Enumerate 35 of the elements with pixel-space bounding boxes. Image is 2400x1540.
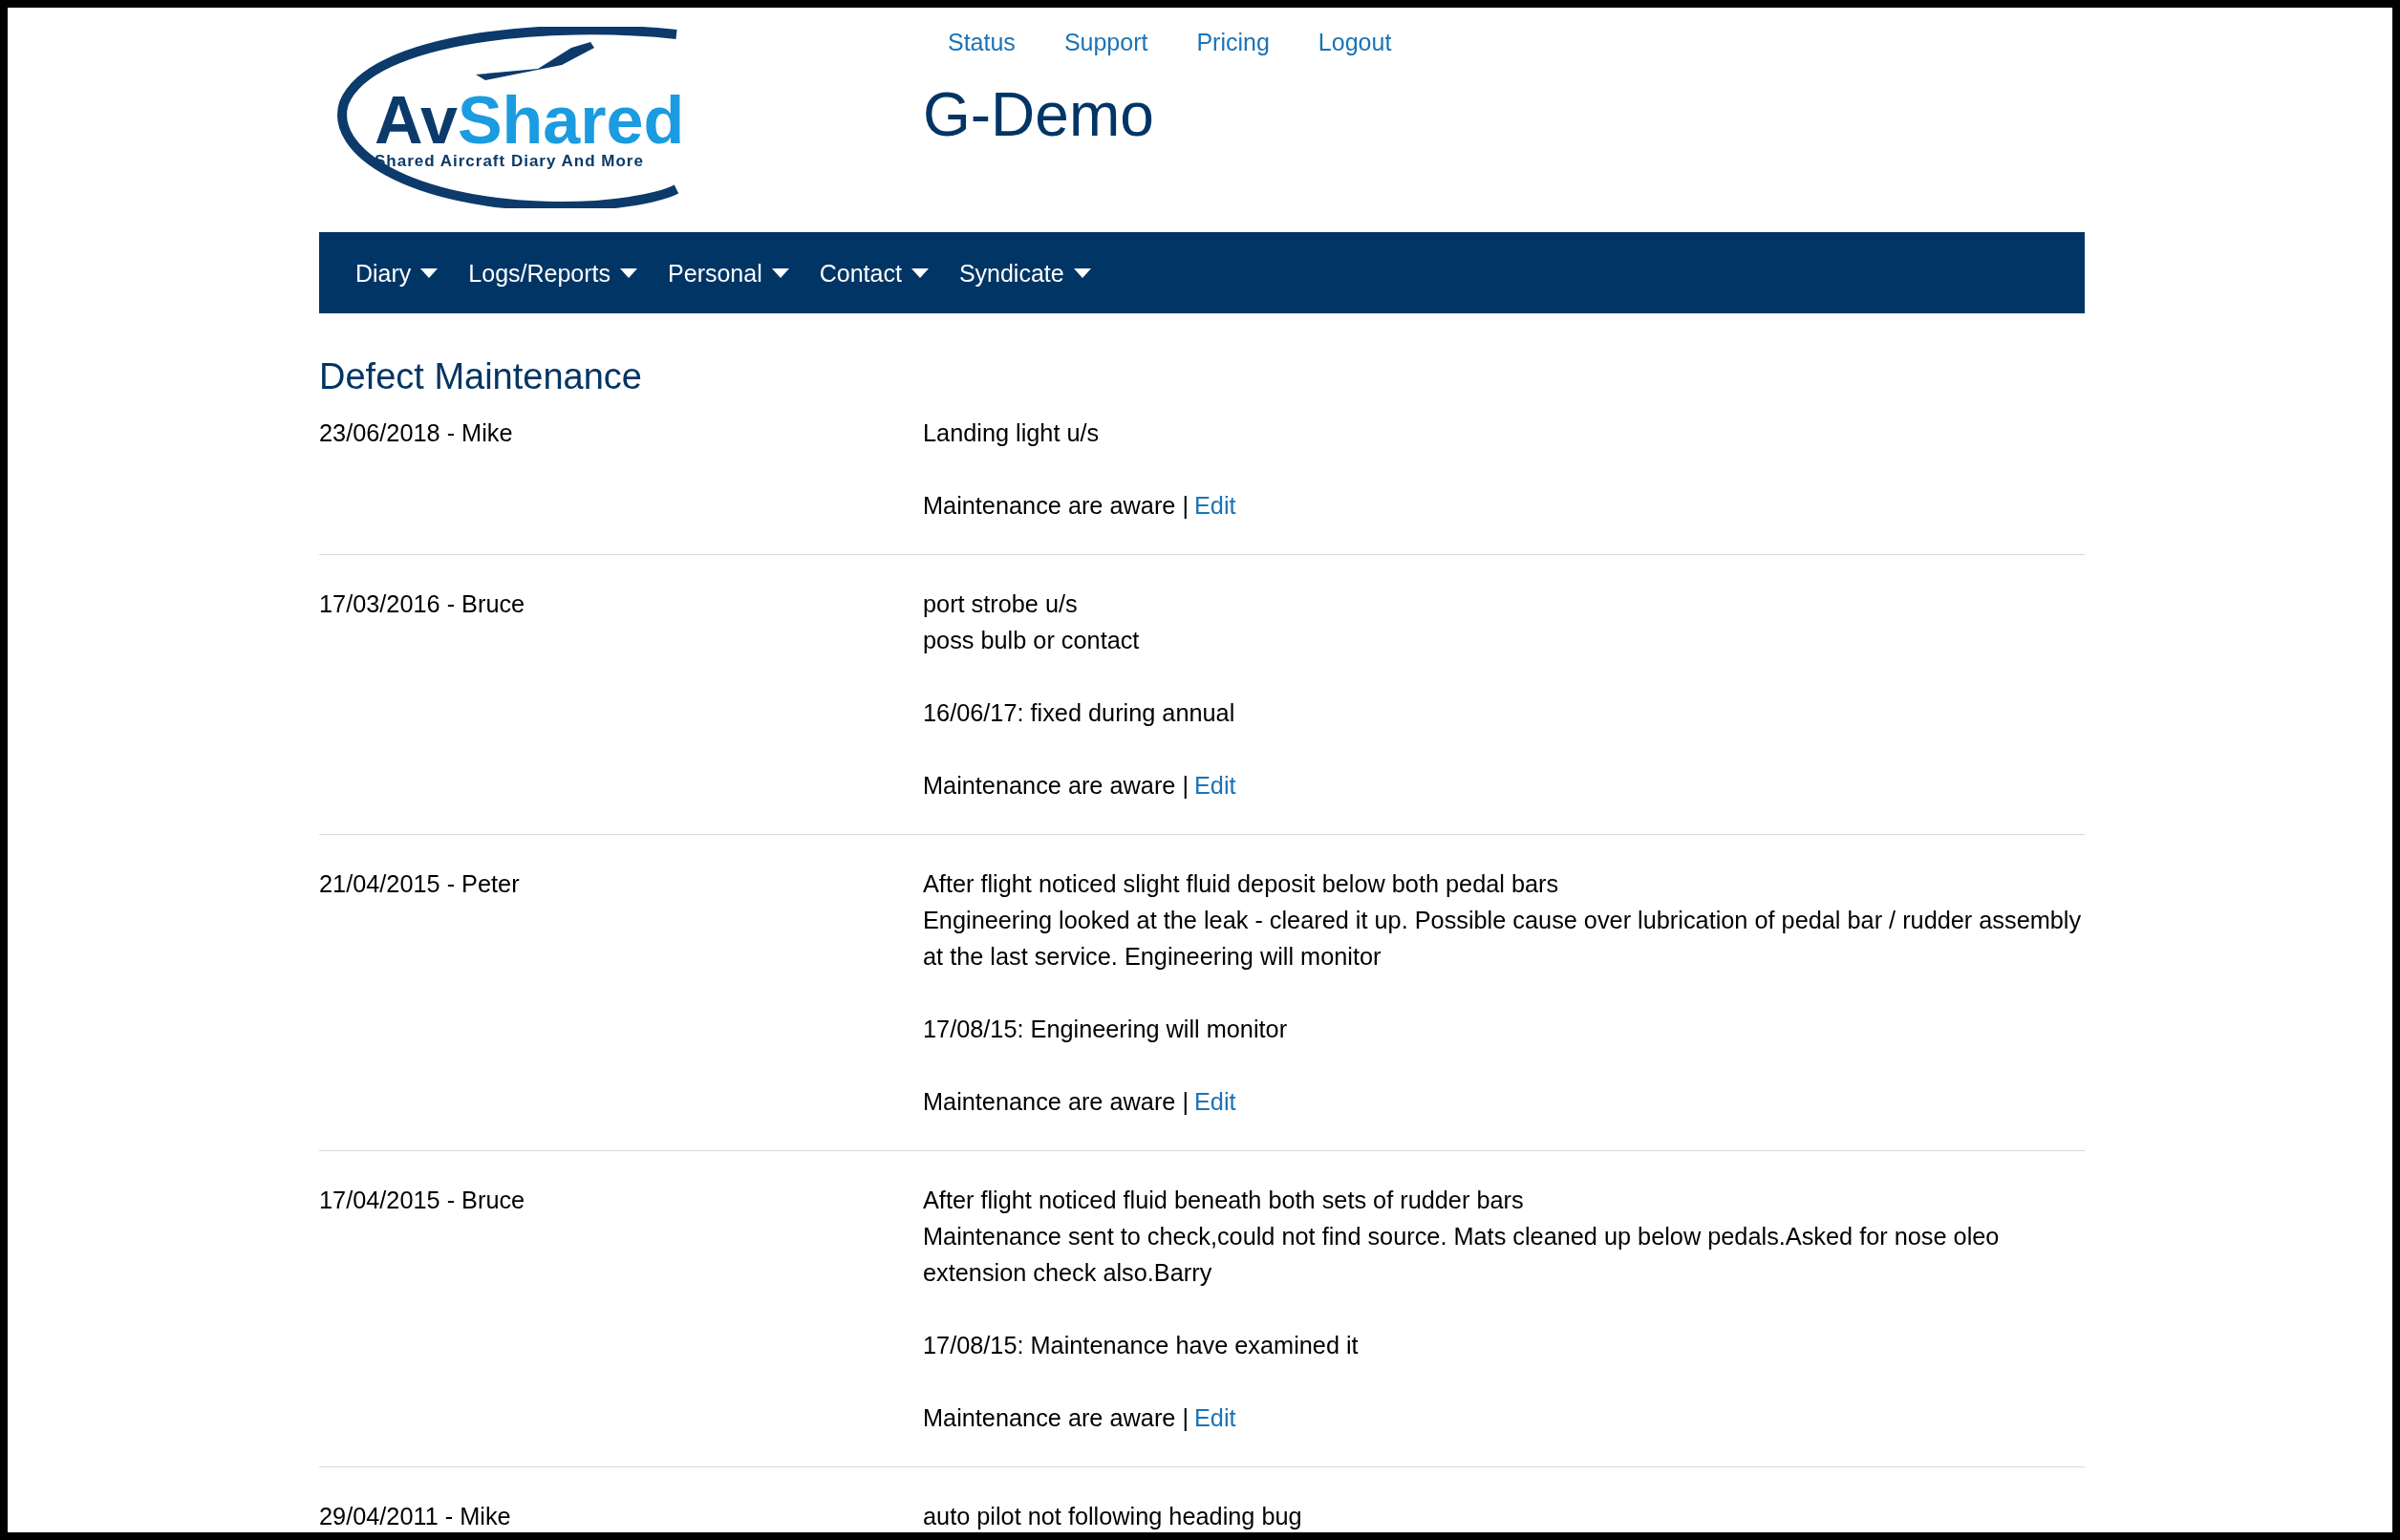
edit-link[interactable]: Edit [1194, 1083, 1236, 1120]
defect-description: Engineering looked at the leak - cleared it up. Possible cause over lubrication of pedal bar / rudder assembly at the last service. Engineering will monitor [923, 906, 2083, 972]
defect-description: poss bulb or contact [923, 626, 1141, 655]
defect-status: Maintenance are aware | [923, 771, 1189, 801]
caret-icon [420, 267, 439, 278]
page-heading: Defect Maintenance [319, 356, 643, 396]
defect-date: 17/03/2016 - Bruce [319, 589, 526, 619]
defect-date: 17/04/2015 - Bruce [319, 1186, 526, 1215]
edit-link[interactable]: Edit [1194, 1400, 1236, 1436]
defect-date: 23/06/2018 - Mike [319, 418, 514, 448]
defect-date: 29/04/2011 - Mike [319, 1502, 512, 1531]
caret-icon [911, 267, 929, 278]
defect-description: Maintenance sent to check,could not find source. Mats cleaned up below pedals.Asked for nose oleo extension check also.Barry [923, 1222, 2001, 1288]
defect-status: Maintenance are aware | [923, 1087, 1189, 1117]
edit-link[interactable]: Edit [1194, 767, 1236, 803]
defect-date: 21/04/2015 - Peter [319, 869, 521, 899]
caret-icon [1073, 267, 1091, 278]
defect-description: port strobe u/s [923, 589, 1079, 619]
defect-description: After flight noticed fluid beneath both sets of rudder bars [923, 1186, 1525, 1215]
defect-description: After flight noticed slight fluid deposit below both pedal bars [923, 869, 1560, 899]
header-link[interactable]: Support [1063, 27, 1148, 57]
defect-note: 16/06/17: fixed during annual [923, 698, 1236, 728]
caret-icon [620, 267, 638, 278]
header-link[interactable]: Pricing [1196, 27, 1270, 57]
defect-status: Maintenance are aware | [923, 491, 1189, 521]
defect-description: Landing light u/s [923, 418, 1101, 448]
defect-note: 17/08/15: Engineering will monitor [923, 1015, 1289, 1044]
header-link[interactable]: Logout [1318, 27, 1392, 57]
defect-description: auto pilot not following heading bug [923, 1502, 1303, 1531]
edit-link[interactable]: Edit [1194, 487, 1236, 524]
caret-icon [771, 267, 789, 278]
defect-status: Maintenance are aware | [923, 1403, 1189, 1433]
header-link[interactable]: Status [948, 27, 1016, 57]
defect-note: 17/08/15: Maintenance have examined it [923, 1331, 1360, 1360]
aircraft-title: G-Demo [923, 79, 1155, 151]
